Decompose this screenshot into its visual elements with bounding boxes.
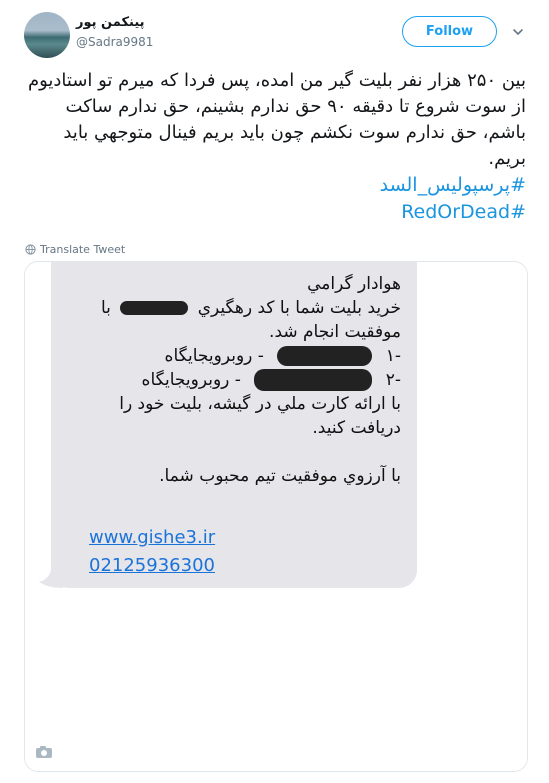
tweet-body: بین ۲۵۰ هزار نفر بلیت گیر من امده، پس فر… [27,70,526,169]
user-handle[interactable]: @Sadra9981 [76,35,153,49]
tweet-header: پینکمن پور @Sadra9981 Follow [0,0,549,66]
redaction [254,369,373,391]
hashtag-link[interactable]: #RedOrDead [401,201,526,223]
sms-text: هوادار گرامي خريد بليت شما با کد رهگيري … [63,272,401,488]
sms-bubble: هوادار گرامي خريد بليت شما با کد رهگيري … [51,262,417,588]
hashtag-link[interactable]: #پرسپولیس_السد [380,174,526,196]
sms-line: موفقيت انجام شد. [269,322,401,342]
sms-greeting: هوادار گرامي [307,274,401,294]
avatar[interactable] [24,12,70,58]
sms-line: با ارائه کارت ملي در گيشه، بليت خود را [119,394,401,414]
sms-line: خريد بليت شما با کد رهگيري با [100,298,401,318]
sms-phone-link[interactable]: 02125936300 [89,552,215,580]
sms-line: -۱ - روبرويجايگاه [164,346,401,366]
globe-icon [25,244,36,255]
display-name[interactable]: پینکمن پور [76,15,145,30]
chevron-down-icon[interactable] [511,25,525,39]
tweet-media[interactable]: هوادار گرامي خريد بليت شما با کد رهگيري … [24,261,528,772]
redaction [120,301,189,315]
bubble-tail [39,568,63,588]
redaction [277,346,373,366]
sms-website-link[interactable]: www.gishe3.ir [89,524,215,552]
camera-icon [36,746,52,758]
sms-line: -۲ - روبرويجايگاه [141,369,401,391]
follow-button[interactable]: Follow [402,16,497,47]
tweet-text: بین ۲۵۰ هزار نفر بلیت گیر من امده، پس فر… [22,68,526,226]
translate-label: Translate Tweet [40,243,126,256]
translate-tweet-link[interactable]: Translate Tweet [25,243,125,256]
sms-line: با آرزوي موفقيت تيم محبوب شما. [159,466,401,486]
sms-line: دريافت کنيد. [312,418,401,438]
